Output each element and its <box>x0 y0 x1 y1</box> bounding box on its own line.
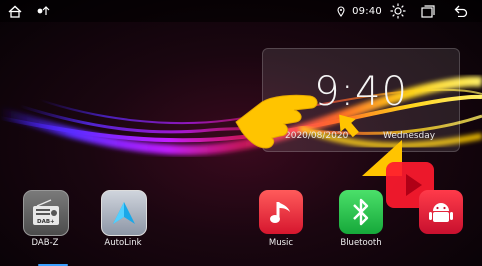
status-bar: 09:40 <box>0 0 482 22</box>
autolink-icon <box>101 190 147 236</box>
android-icon <box>419 190 463 234</box>
location-icon <box>336 0 346 22</box>
signal-indicator-icon <box>34 0 56 22</box>
app-autolink[interactable]: AutoLink <box>96 188 150 254</box>
app-label: DAB-Z <box>31 238 59 248</box>
home-screen: 09:40 9:40 2020/08/2020 Wednesday DAB+ D… <box>0 0 482 266</box>
bluetooth-icon <box>339 190 383 234</box>
app-bluetooth[interactable]: Bluetooth <box>334 188 388 254</box>
app-label: AutoLink <box>104 238 142 248</box>
recent-apps-icon[interactable] <box>418 0 438 22</box>
brightness-icon[interactable] <box>388 0 408 22</box>
status-time: 09:40 <box>352 5 382 17</box>
app-label: Bluetooth <box>340 238 382 248</box>
app-music[interactable]: Music <box>254 188 308 254</box>
home-icon[interactable] <box>6 0 24 22</box>
app-dab-z[interactable]: DAB+ DAB-Z <box>18 188 72 254</box>
radio-icon: DAB+ <box>23 190 69 236</box>
app-label: Music <box>268 238 294 248</box>
app-android[interactable] <box>414 188 468 254</box>
back-icon[interactable] <box>450 0 472 22</box>
dab-badge-text: DAB+ <box>37 219 55 225</box>
music-note-icon <box>259 190 303 234</box>
